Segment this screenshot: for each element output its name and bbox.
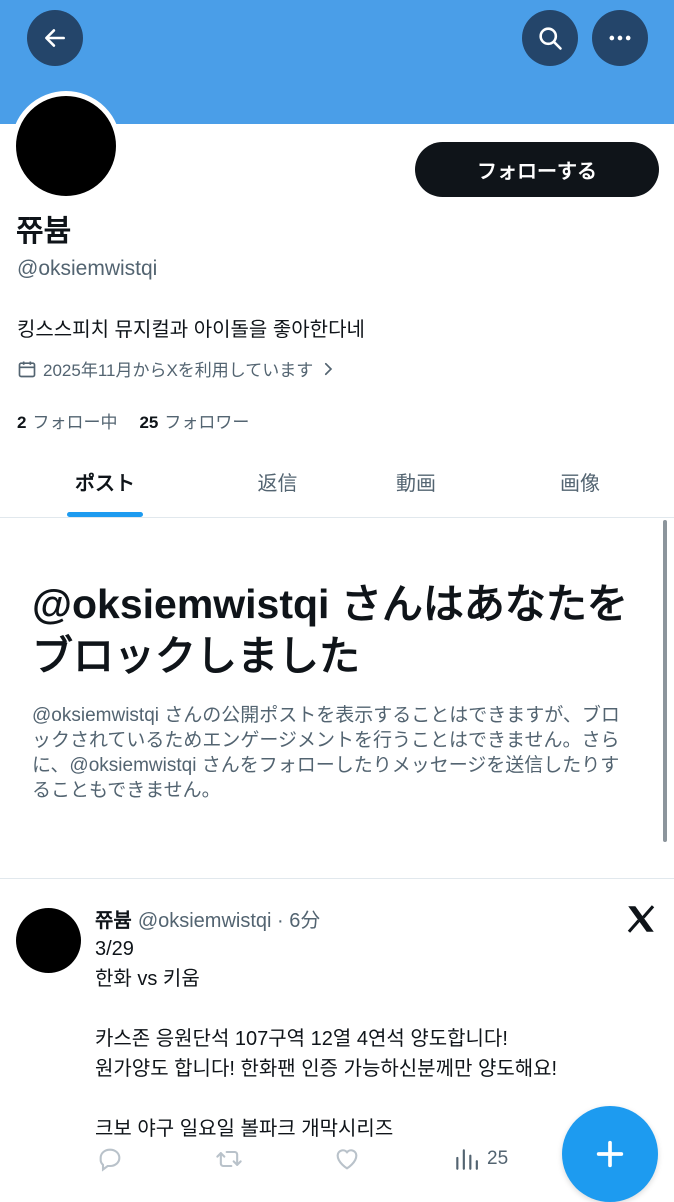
- more-horizontal-icon: [609, 35, 631, 41]
- heart-icon: [336, 1149, 358, 1170]
- followers-label: フォロワー: [164, 413, 250, 432]
- profile-tabs: ポスト 返信 動画 画像: [0, 445, 674, 518]
- joined-date-row[interactable]: 2025年11月からXを利用しています: [17, 356, 337, 381]
- repost-icon: [216, 1150, 242, 1168]
- plus-icon: [596, 1140, 624, 1168]
- following-link[interactable]: 2 フォロー中: [17, 408, 117, 433]
- search-button[interactable]: [522, 10, 578, 66]
- repost-button[interactable]: [214, 1144, 244, 1174]
- scrollbar[interactable]: [663, 520, 667, 842]
- profile-display-name: 쮸븀: [16, 215, 72, 248]
- tab-videos[interactable]: 動画: [348, 445, 484, 517]
- post-author-name[interactable]: 쮸븀: [95, 910, 132, 932]
- bar-chart-icon: [456, 1149, 478, 1170]
- post-text: 3/29 한화 vs 키움 카스존 응원단석 107구역 12열 4연석 양도합…: [95, 938, 558, 1140]
- follow-counts: 2 フォロー中 25 フォロワー: [17, 408, 249, 433]
- tab-replies[interactable]: 返信: [210, 445, 345, 517]
- followers-count: 25: [139, 413, 159, 432]
- views-button[interactable]: 25: [453, 1144, 508, 1174]
- post-author-avatar[interactable]: [16, 908, 81, 973]
- profile-bio: 킹스스피치 뮤지컬과 아이돌을 좋아한다네: [17, 319, 365, 341]
- views-count: 25: [487, 1148, 509, 1169]
- like-button[interactable]: [333, 1144, 361, 1174]
- reply-icon: [99, 1148, 121, 1172]
- followers-link[interactable]: 25 フォロワー: [139, 408, 249, 433]
- more-options-button[interactable]: [592, 10, 648, 66]
- active-tab-indicator: [67, 512, 143, 517]
- post-author-meta: @oksiemwistqi · 6分: [137, 910, 321, 932]
- back-button[interactable]: [27, 10, 83, 66]
- joined-date-text: 2025年11月からXを利用しています: [43, 361, 314, 380]
- tab-images[interactable]: 画像: [512, 445, 648, 517]
- calendar-icon: [18, 361, 36, 377]
- following-label: フォロー中: [32, 413, 118, 432]
- follow-button[interactable]: フォローする: [415, 142, 659, 197]
- arrow-left-icon: [45, 29, 65, 47]
- block-notice-description: @oksiemwistqi さんの公開ポストを表示することはできますが、ブロック…: [32, 705, 620, 801]
- reply-button[interactable]: [96, 1144, 124, 1174]
- post-header: 쮸븀 @oksiemwistqi · 6分: [95, 904, 320, 933]
- tab-posts[interactable]: ポスト: [37, 445, 173, 517]
- section-divider: [0, 878, 674, 879]
- chevron-right-icon: [325, 362, 333, 375]
- x-logo-icon: [627, 905, 655, 933]
- following-count: 2: [17, 413, 27, 432]
- compose-post-button[interactable]: [562, 1106, 658, 1202]
- block-notice-title: @oksiemwistqi さんはあなたをブロックしました: [32, 581, 628, 679]
- profile-avatar[interactable]: [11, 91, 121, 201]
- profile-handle: @oksiemwistqi: [17, 257, 158, 280]
- search-icon: [539, 27, 562, 50]
